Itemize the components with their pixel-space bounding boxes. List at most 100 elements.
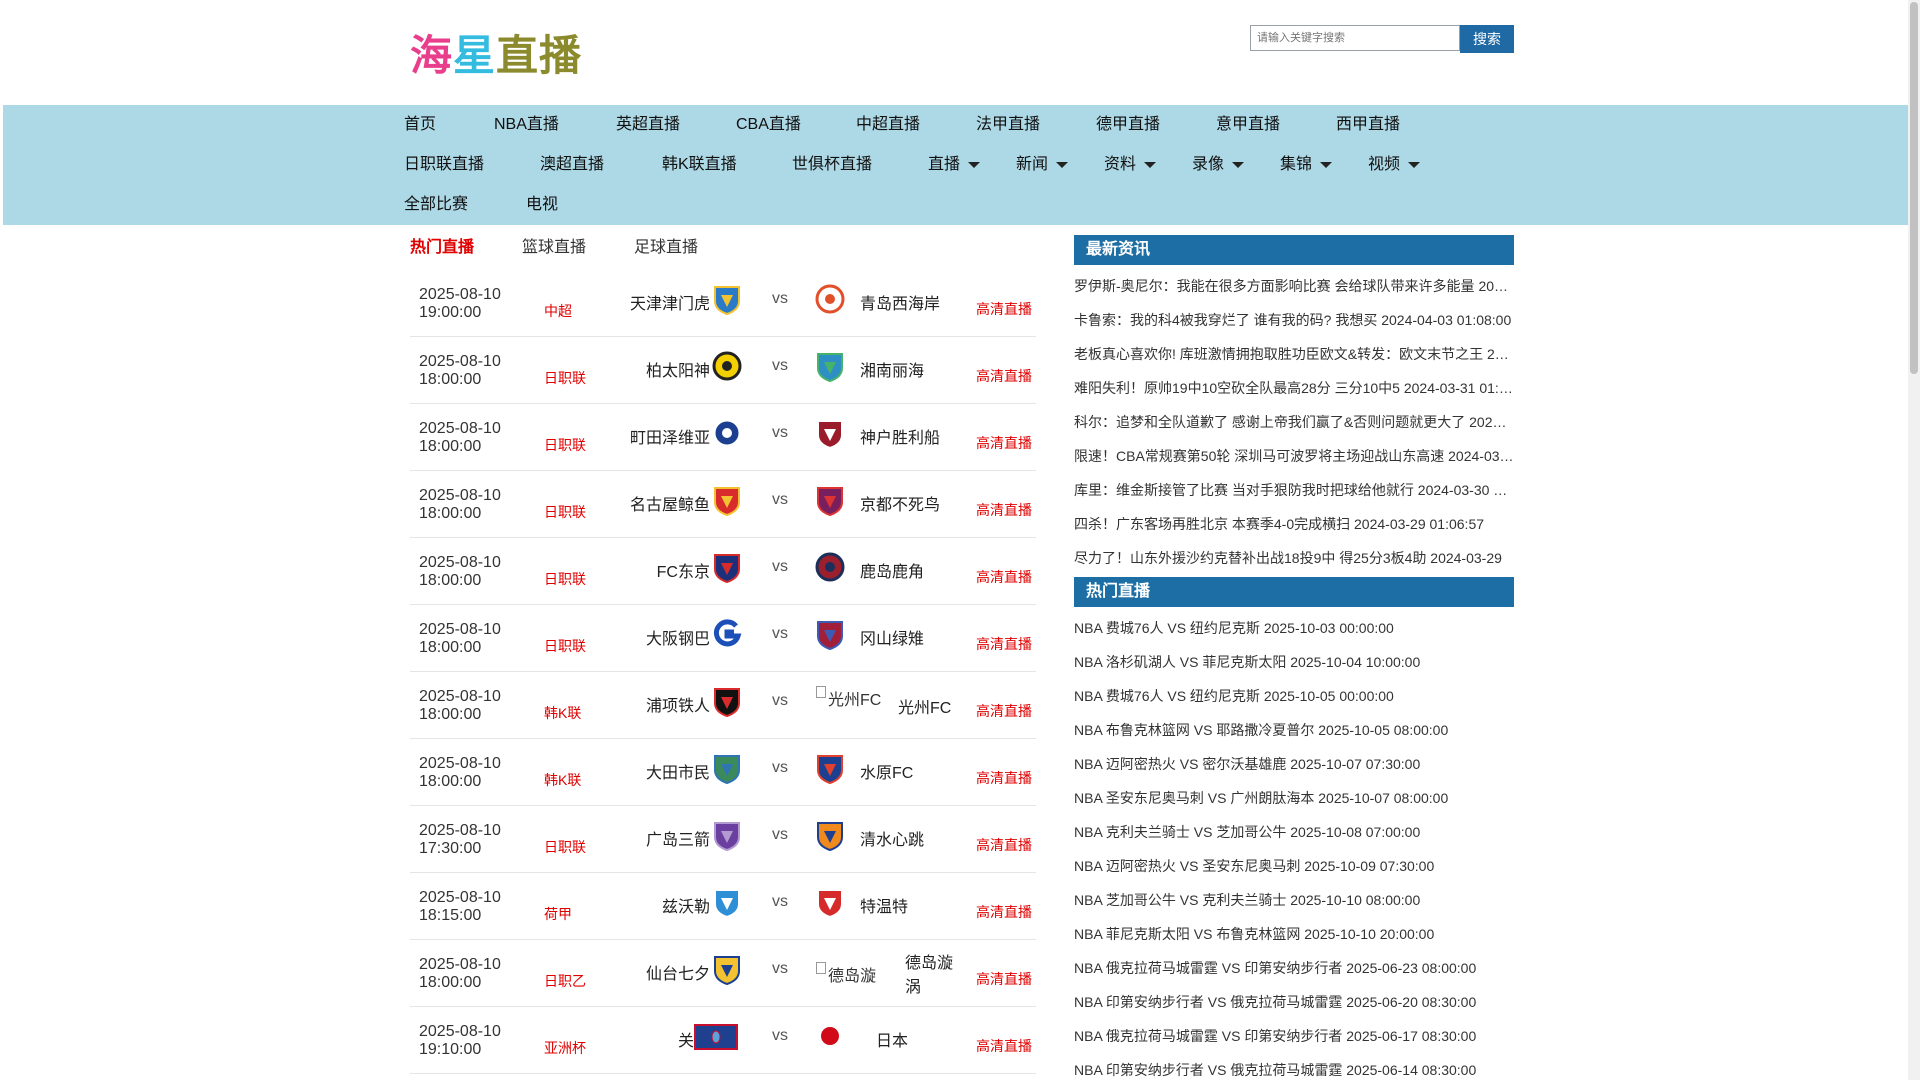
site-logo[interactable]: 海星直播 [410, 26, 582, 86]
away-team[interactable]: 特温特 [860, 893, 908, 917]
vertical-scrollbar[interactable] [1908, 0, 1920, 1080]
away-team[interactable]: 日本 [876, 1027, 908, 1051]
hot-live-item[interactable]: NBA 迈阿密热火 VS 圣安东尼奥马刺 2025-10-09 07:30:00 [1074, 849, 1514, 883]
hot-live-item[interactable]: NBA 布鲁克林篮网 VS 耶路撒冷夏普尔 2025-10-05 08:00:0… [1074, 713, 1514, 747]
nav-item-1[interactable]: 首页 [404, 105, 436, 145]
home-team[interactable]: 天津津门虎 [630, 290, 710, 314]
home-team[interactable]: 大阪钢巴 [646, 625, 710, 649]
nav-item-19[interactable]: 视频 [1368, 145, 1421, 185]
hot-live-item[interactable]: NBA 洛杉矶湖人 VS 菲尼克斯太阳 2025-10-04 10:00:00 [1074, 645, 1514, 679]
hd-live-link[interactable]: 高清直播 [976, 567, 1032, 587]
hot-live-item[interactable]: NBA 费城76人 VS 纽约尼克斯 2025-10-05 00:00:00 [1074, 679, 1514, 713]
tab-1[interactable]: 热门直播 [410, 230, 474, 266]
home-team[interactable]: 兹沃勒 [662, 893, 710, 917]
hd-live-link[interactable]: 高清直播 [976, 701, 1032, 721]
news-item[interactable]: 库里：维金斯接管了比赛 当对手狠防我时把球给他就行 2024-03-30 12:… [1074, 473, 1514, 507]
nav-item-12[interactable]: 韩K联直播 [662, 145, 737, 185]
tab-3[interactable]: 足球直播 [634, 230, 698, 266]
away-team[interactable]: 冈山绿雉 [860, 625, 924, 649]
hd-live-link[interactable]: 高清直播 [976, 969, 1032, 989]
nav-item-21[interactable]: 电视 [526, 185, 558, 225]
hot-live-item[interactable]: NBA 印第安纳步行者 VS 俄克拉荷马城雷霆 2025-06-14 08:30… [1074, 1053, 1514, 1087]
away-team[interactable]: 清水心跳 [860, 826, 924, 850]
hd-live-link[interactable]: 高清直播 [976, 835, 1032, 855]
hot-live-item[interactable]: NBA 费城76人 VS 纽约尼克斯 2025-10-03 00:00:00 [1074, 611, 1514, 645]
hot-live-item[interactable]: NBA 印第安纳步行者 VS 俄克拉荷马城雷霆 2025-06-20 08:30… [1074, 985, 1514, 1019]
away-team[interactable]: 德岛漩涡 [905, 952, 957, 1000]
away-team[interactable]: 湘南丽海 [860, 357, 924, 381]
hd-live-link[interactable]: 高清直播 [976, 500, 1032, 520]
nav-item-4[interactable]: CBA直播 [736, 105, 801, 145]
news-item[interactable]: 罗伊斯-奥尼尔：我能在很多方面影响比赛 会给球队带来许多能量 2024-04-0… [1074, 269, 1514, 303]
search-input[interactable] [1250, 25, 1460, 51]
news-item[interactable]: 科尔：追梦和全队道歉了 感谢上帝我们赢了&否则问题就更大了 2024-03-31 [1074, 405, 1514, 439]
nav-item-7[interactable]: 德甲直播 [1096, 105, 1160, 145]
hot-live-item[interactable]: NBA 克利夫兰骑士 VS 芝加哥公牛 2025-10-08 07:00:00 [1074, 815, 1514, 849]
home-team[interactable]: 大田市民 [646, 759, 710, 783]
nav-item-3[interactable]: 英超直播 [616, 105, 680, 145]
nav-item-8[interactable]: 意甲直播 [1216, 105, 1280, 145]
match-row[interactable]: 2025-08-10 18:00:00 韩K联 大田市民 vs 水原FC 高清直播 [410, 739, 1036, 806]
away-team[interactable]: 神户胜利船 [860, 424, 940, 448]
home-team[interactable]: 广岛三箭 [646, 826, 710, 850]
search-button[interactable]: 搜索 [1460, 25, 1514, 53]
match-row[interactable]: 2025-08-10 19:10:00 亚洲杯 关岛 vs 日本 高清直播 [410, 1007, 1036, 1074]
nav-item-10[interactable]: 日职联直播 [404, 145, 484, 185]
hot-live-item[interactable]: NBA 俄克拉荷马城雷霆 VS 印第安纳步行者 2025-06-17 08:30… [1074, 1019, 1514, 1053]
tab-2[interactable]: 篮球直播 [522, 230, 586, 266]
hd-live-link[interactable]: 高清直播 [976, 902, 1032, 922]
home-team[interactable]: FC东京 [657, 558, 710, 582]
hot-live-item[interactable]: NBA 迈阿密热火 VS 密尔沃基雄鹿 2025-10-07 07:30:00 [1074, 747, 1514, 781]
nav-item-15[interactable]: 新闻 [1016, 145, 1069, 185]
nav-item-6[interactable]: 法甲直播 [976, 105, 1040, 145]
nav-item-20[interactable]: 全部比赛 [404, 185, 468, 225]
away-team[interactable]: 水原FC [860, 759, 913, 783]
match-row[interactable]: 2025-08-10 18:00:00 日职联 大阪钢巴 vs 冈山绿雉 高清直播 [410, 605, 1036, 672]
nav-item-11[interactable]: 澳超直播 [540, 145, 604, 185]
nav-item-14[interactable]: 直播 [928, 145, 981, 185]
away-team[interactable]: 京都不死鸟 [860, 491, 940, 515]
hd-live-link[interactable]: 高清直播 [976, 634, 1032, 654]
hd-live-link[interactable]: 高清直播 [976, 1036, 1032, 1056]
news-item[interactable]: 四杀！广东客场再胜北京 本赛季4-0完成横扫 2024-03-29 01:06:… [1074, 507, 1514, 541]
nav-item-18[interactable]: 集锦 [1280, 145, 1333, 185]
hot-live-item[interactable]: NBA 菲尼克斯太阳 VS 布鲁克林篮网 2025-10-10 20:00:00 [1074, 917, 1514, 951]
home-team[interactable]: 柏太阳神 [646, 357, 710, 381]
match-row[interactable]: 2025-08-10 18:00:00 韩K联 浦项铁人 vs 光州FC 光州FC 高清直播 [410, 672, 1036, 739]
home-team[interactable]: 名古屋鲸鱼 [630, 491, 710, 515]
nav-item-16[interactable]: 资料 [1104, 145, 1157, 185]
nav-item-13[interactable]: 世俱杯直播 [792, 145, 872, 185]
match-row[interactable]: 2025-08-10 18:15:00 荷甲 兹沃勒 vs 特温特 高清直播 [410, 873, 1036, 940]
match-row[interactable]: 2025-08-10 19:00:00 中超 天津津门虎 vs 青岛西海岸 高清直播 [410, 270, 1036, 337]
nav-item-label: 全部比赛 [404, 196, 469, 213]
nav-item-2[interactable]: NBA直播 [494, 105, 559, 145]
hd-live-link[interactable]: 高清直播 [976, 366, 1032, 386]
match-row[interactable]: 2025-08-10 18:00:00 日职联 FC东京 vs 鹿岛鹿角 高清直播 [410, 538, 1036, 605]
news-item[interactable]: 卡鲁索：我的科4被我穿烂了 谁有我的码? 我想买 2024-04-03 01:0… [1074, 303, 1514, 337]
match-row[interactable]: 2025-08-10 18:00:00 日职乙 仙台七夕 vs 德岛漩 德岛漩涡 高清直播 [410, 940, 1036, 1007]
hd-live-link[interactable]: 高清直播 [976, 768, 1032, 788]
match-row[interactable]: 2025-08-10 18:00:00 日职联 柏太阳神 vs 湘南丽海 高清直播 [410, 337, 1036, 404]
nav-item-17[interactable]: 录像 [1192, 145, 1245, 185]
news-item[interactable]: 限速！CBA常规赛第50轮 深圳马可波罗将主场迎战山东高速 2024-03-30 [1074, 439, 1514, 473]
away-team[interactable]: 青岛西海岸 [860, 290, 940, 314]
away-team[interactable]: 光州FC [898, 694, 951, 718]
nav-item-9[interactable]: 西甲直播 [1336, 105, 1400, 145]
nav-item-5[interactable]: 中超直播 [856, 105, 920, 145]
home-team[interactable]: 浦项铁人 [646, 692, 710, 716]
hd-live-link[interactable]: 高清直播 [976, 299, 1032, 319]
hot-live-item[interactable]: NBA 芝加哥公牛 VS 克利夫兰骑士 2025-10-10 08:00:00 [1074, 883, 1514, 917]
hot-live-item[interactable]: NBA 俄克拉荷马城雷霆 VS 印第安纳步行者 2025-06-23 08:00… [1074, 951, 1514, 985]
match-row[interactable]: 2025-08-10 17:30:00 日职联 广岛三箭 vs 清水心跳 高清直播 [410, 806, 1036, 873]
scrollbar-thumb[interactable] [1910, 2, 1918, 374]
home-team[interactable]: 仙台七夕 [646, 960, 710, 984]
news-item[interactable]: 尽力了！山东外援沙约克替补出战18投9中 得25分3板4助 2024-03-29 [1074, 541, 1514, 575]
match-row[interactable]: 2025-08-10 18:00:00 日职联 名古屋鲸鱼 vs 京都不死鸟 高清直播 [410, 471, 1036, 538]
news-item[interactable]: 难阳失利！原帅19中10空砍全队最高28分 三分10中5 2024-03-31 … [1074, 371, 1514, 405]
home-team[interactable]: 町田泽维亚 [630, 424, 710, 448]
hot-live-item[interactable]: NBA 圣安东尼奥马刺 VS 广州朗肽海本 2025-10-07 08:00:0… [1074, 781, 1514, 815]
away-team[interactable]: 鹿岛鹿角 [860, 558, 924, 582]
news-item[interactable]: 老板真心喜欢你! 库班激情拥抱取胜功臣欧文&转发：欧文末节之王 2024-04-… [1074, 337, 1514, 371]
hd-live-link[interactable]: 高清直播 [976, 433, 1032, 453]
match-row[interactable]: 2025-08-10 18:00:00 日职联 町田泽维亚 vs 神户胜利船 高清直播 [410, 404, 1036, 471]
